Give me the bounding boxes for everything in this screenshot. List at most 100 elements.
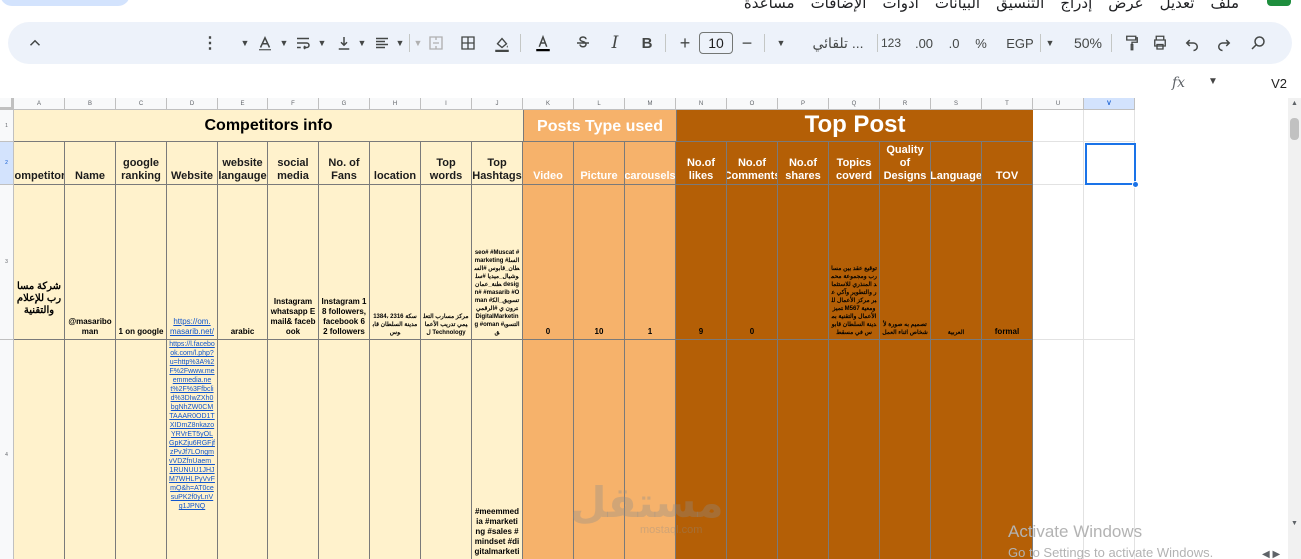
row-header-1[interactable]: 1 <box>0 110 14 142</box>
cell-s4[interactable] <box>931 340 982 559</box>
cell-c4[interactable] <box>116 340 167 559</box>
menu-format[interactable]: التنسيق <box>996 0 1044 12</box>
scroll-up-icon[interactable]: ▲ <box>1291 100 1298 107</box>
menu-insert[interactable]: إدراج <box>1060 0 1092 12</box>
cell-r4[interactable] <box>880 340 931 559</box>
account-chip[interactable] <box>0 0 130 6</box>
more-options-icon[interactable]: ⋮ <box>202 22 218 64</box>
column-header-t[interactable]: T <box>982 98 1033 110</box>
select-all-corner[interactable] <box>0 98 14 110</box>
cell-r3[interactable]: تصميم به صورة لأشخاص اثناء العمل <box>880 185 931 340</box>
column-header-k[interactable]: K <box>523 98 574 110</box>
cell-n3[interactable]: 9 <box>676 185 727 340</box>
cell-l3[interactable]: 10 <box>574 185 625 340</box>
cell-g3[interactable]: Instagram 18 followers, facebook 62 foll… <box>319 185 370 340</box>
fill-handle[interactable] <box>1132 181 1139 188</box>
strikethrough-icon[interactable] <box>573 22 593 64</box>
column-header-d[interactable]: D <box>167 98 218 110</box>
cell-g4[interactable] <box>319 340 370 559</box>
cell-s3[interactable]: العربية <box>931 185 982 340</box>
row-header-4[interactable]: 4 <box>0 340 14 559</box>
cell-g2[interactable]: No. of Fans <box>319 142 370 185</box>
cell-u1[interactable] <box>1033 110 1084 142</box>
cell-p2[interactable]: No.of shares <box>778 142 829 185</box>
cell-i3[interactable]: مركز مسارب التعليمي تدريب الأعمال Techno… <box>421 185 472 340</box>
cell-u3[interactable] <box>1033 185 1084 340</box>
cell-k4[interactable] <box>523 340 574 559</box>
column-header-h[interactable]: H <box>370 98 421 110</box>
menu-edit[interactable]: تعديل <box>1160 0 1195 12</box>
chevron-down-icon[interactable]: ▼ <box>356 22 368 64</box>
chevron-down-icon[interactable]: ▼ <box>775 22 787 64</box>
bold-icon[interactable]: B <box>637 22 657 64</box>
column-header-c[interactable]: C <box>116 98 167 110</box>
cell-f3[interactable]: Instagram whatsapp Email& facebook <box>268 185 319 340</box>
chevron-down-icon[interactable]: ▼ <box>1208 76 1218 87</box>
column-header-s[interactable]: S <box>931 98 982 110</box>
cell-v1[interactable] <box>1084 110 1135 142</box>
borders-icon[interactable] <box>458 22 478 64</box>
cell-f4[interactable] <box>268 340 319 559</box>
column-header-g[interactable]: G <box>319 98 370 110</box>
cell-j2[interactable]: Top Hashtags <box>472 142 523 185</box>
column-header-n[interactable]: N <box>676 98 727 110</box>
cell-q2[interactable]: Topics coverd <box>829 142 880 185</box>
cell-f2[interactable]: social media <box>268 142 319 185</box>
vertical-align-icon[interactable] <box>334 22 354 64</box>
column-header-f[interactable]: F <box>268 98 319 110</box>
print-icon[interactable] <box>1150 22 1170 64</box>
cell-l2[interactable]: Picture <box>574 142 625 185</box>
cell-p3[interactable] <box>778 185 829 340</box>
search-icon[interactable] <box>1248 22 1268 64</box>
paint-format-icon[interactable] <box>1122 22 1142 64</box>
fill-color-icon[interactable] <box>492 22 512 64</box>
cell-j4[interactable]: #meemmedia #marketing #sales #mindset #d… <box>472 340 523 559</box>
row-header-3[interactable]: 3 <box>0 185 14 340</box>
row-header-2[interactable]: 2 <box>0 142 14 185</box>
chevron-down-icon[interactable]: ▼ <box>1044 22 1056 64</box>
cell-d2[interactable]: Website <box>167 142 218 185</box>
cell-a3[interactable]: شركة مسارب للإعلام والتقنية <box>14 185 65 340</box>
column-header-r[interactable]: R <box>880 98 931 110</box>
undo-icon[interactable] <box>1214 22 1234 64</box>
cell-t2[interactable]: TOV <box>982 142 1033 185</box>
percent-button[interactable]: % <box>973 22 989 64</box>
text-wrap-icon[interactable] <box>293 22 313 64</box>
menu-data[interactable]: البيانات <box>935 0 980 12</box>
cell-a2[interactable]: Competitors <box>14 142 65 185</box>
increase-decimal-button[interactable]: .00 <box>912 22 936 64</box>
column-header-q[interactable]: Q <box>829 98 880 110</box>
chevron-down-icon[interactable]: ▼ <box>238 22 252 64</box>
font-size-increase-button[interactable]: + <box>675 22 695 64</box>
cell-o3[interactable]: 0 <box>727 185 778 340</box>
cell-e3[interactable]: arabic <box>218 185 268 340</box>
column-header-j[interactable]: J <box>472 98 523 110</box>
cell-i2[interactable]: Top words <box>421 142 472 185</box>
column-header-l[interactable]: L <box>574 98 625 110</box>
zoom-select[interactable]: 50% <box>1070 22 1106 64</box>
cell-s2[interactable]: Language <box>931 142 982 185</box>
cell-c2[interactable]: google ranking <box>116 142 167 185</box>
posts-type-title[interactable]: Posts Type used <box>524 110 677 142</box>
cell-o4[interactable] <box>727 340 778 559</box>
column-header-v[interactable]: V <box>1084 98 1135 110</box>
name-box[interactable]: V2 <box>1271 76 1287 91</box>
cell-b4[interactable] <box>65 340 116 559</box>
cell-e4[interactable] <box>218 340 268 559</box>
cell-j3[interactable]: seo# #Muscat #marketing #السلطان_قابوس #… <box>472 185 523 340</box>
menu-tools[interactable]: ادوات <box>882 0 918 12</box>
cell-d3[interactable]: https://om. masarib.net/ <box>167 185 218 340</box>
cell-e2[interactable]: website langauge <box>218 142 268 185</box>
menu-help[interactable]: مساعدة <box>744 0 795 12</box>
cell-m3[interactable]: 1 <box>625 185 676 340</box>
scrollbar-thumb[interactable] <box>1290 118 1299 140</box>
decrease-decimal-button[interactable]: .0 <box>944 22 964 64</box>
cell-c3[interactable]: 1 on google <box>116 185 167 340</box>
cell-d4[interactable]: https://l.facebook.com/l.php?u=http%3A%2… <box>167 340 218 559</box>
text-color-icon[interactable] <box>532 22 554 64</box>
currency-button[interactable]: EGP <box>1004 22 1036 64</box>
column-header-o[interactable]: O <box>727 98 778 110</box>
cell-k3[interactable]: 0 <box>523 185 574 340</box>
menu-view[interactable]: عرض <box>1108 0 1143 12</box>
cell-h4[interactable] <box>370 340 421 559</box>
